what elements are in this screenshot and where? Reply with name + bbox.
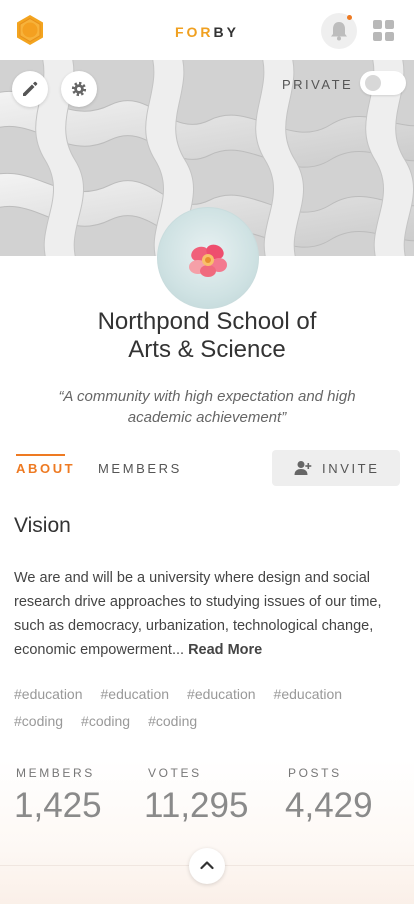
- private-label: PRIVATE: [282, 77, 354, 92]
- vision-body: We are and will be a university where de…: [14, 566, 404, 662]
- members-stat-label: MEMBERS: [16, 766, 95, 780]
- toggle-knob: [365, 75, 381, 91]
- tag[interactable]: #coding: [14, 708, 63, 735]
- tag[interactable]: #coding: [148, 708, 197, 735]
- invite-button-label: INVITE: [322, 461, 380, 476]
- tag[interactable]: #education: [187, 681, 256, 708]
- grid-apps-icon[interactable]: [373, 20, 395, 42]
- chevron-up-icon: [200, 861, 214, 870]
- notification-dot: [347, 15, 352, 20]
- scroll-up-button[interactable]: [189, 848, 225, 884]
- brand-part-1: FOR: [174, 24, 214, 40]
- members-stat-value: 1,425: [14, 786, 102, 825]
- community-avatar[interactable]: [157, 207, 259, 309]
- active-tab-indicator: [16, 454, 65, 456]
- pencil-icon: [23, 81, 38, 96]
- settings-button[interactable]: [61, 71, 97, 107]
- tag[interactable]: #coding: [81, 708, 130, 735]
- bell-icon: [331, 22, 347, 41]
- votes-stat-value: 11,295: [144, 786, 249, 825]
- posts-stat-label: POSTS: [288, 766, 342, 780]
- tag[interactable]: #education: [274, 681, 343, 708]
- private-toggle[interactable]: [360, 71, 406, 95]
- community-tagline: “A community with high expectation and h…: [58, 388, 356, 426]
- tab-about[interactable]: ABOUT: [16, 461, 75, 476]
- tag[interactable]: #education: [101, 681, 170, 708]
- notifications-button[interactable]: [321, 13, 357, 49]
- invite-button[interactable]: INVITE: [272, 450, 400, 486]
- community-name: Northpond School of Arts & Science: [0, 308, 414, 364]
- read-more-link[interactable]: Read More: [188, 642, 262, 658]
- brand-part-2: BY: [213, 24, 239, 40]
- vision-heading: Vision: [14, 514, 71, 537]
- tag[interactable]: #education: [14, 681, 83, 708]
- tag-list: #education #education #education #education…: [14, 681, 409, 735]
- posts-stat-value: 4,429: [285, 786, 373, 825]
- add-user-icon: [294, 461, 312, 475]
- flower-image: [189, 244, 227, 277]
- top-bar: FORBY: [0, 0, 414, 60]
- edit-button[interactable]: [12, 71, 48, 107]
- community-name-line-2: Arts & Science: [128, 336, 286, 363]
- gear-icon: [71, 81, 87, 97]
- votes-stat-label: VOTES: [148, 766, 202, 780]
- tab-members[interactable]: MEMBERS: [98, 461, 182, 476]
- community-name-line-1: Northpond School of: [97, 308, 317, 335]
